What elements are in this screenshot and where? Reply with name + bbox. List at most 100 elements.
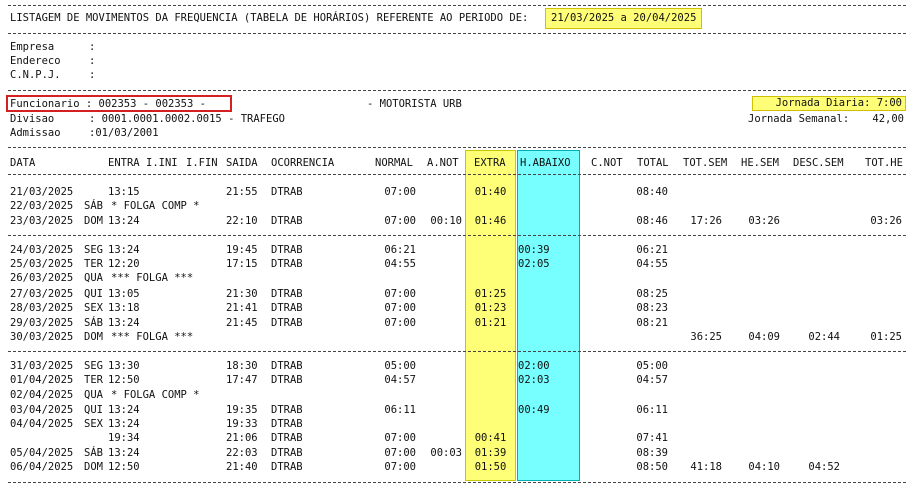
admissao-value: :01/03/2001 [89, 127, 159, 139]
column-header-c-not: C.NOT [591, 157, 623, 169]
h-abaixo-column-highlight [517, 150, 580, 481]
cell-normal: 07:00 [384, 461, 416, 473]
cnpj-colon: : [89, 69, 96, 81]
cell-ocor: DTRAB [271, 288, 303, 300]
cell-ocor: DTRAB [271, 186, 303, 198]
column-header-normal: NORMAL [375, 157, 413, 169]
empresa-label: Empresa [10, 41, 55, 53]
jornada-semanal-label: Jornada Semanal: [748, 113, 850, 125]
cell-total: 08:46 [636, 215, 668, 227]
column-header-a-not: A.NOT [427, 157, 459, 169]
cell-total: 08:23 [636, 302, 668, 314]
cell-saida: 21:06 [226, 432, 258, 444]
cell-hesem: 04:10 [748, 461, 780, 473]
column-header-saida: SAIDA [226, 157, 258, 169]
cell-ocor: DTRAB [271, 302, 303, 314]
cell-note: *** FOLGA *** [111, 272, 194, 284]
cell-normal: 06:21 [384, 244, 416, 256]
cell-normal: 07:00 [384, 215, 416, 227]
cell-entra: 13:05 [108, 288, 140, 300]
cell-date: 05/04/2025 [10, 447, 74, 459]
cell-totsem: 36:25 [690, 331, 722, 343]
week-divider [8, 235, 906, 236]
cell-extra: 00:41 [474, 432, 507, 444]
cell-total: 06:11 [636, 404, 668, 416]
cell-ocor: DTRAB [271, 317, 303, 329]
cell-day: QUA [84, 389, 103, 401]
cell-ocor: DTRAB [271, 258, 303, 270]
column-header-ocorrencia: OCORRENCIA [271, 157, 335, 169]
period-badge: 21/03/2025 a 20/04/2025 [545, 8, 703, 29]
cell-saida: 21:45 [226, 317, 258, 329]
cell-ocor: DTRAB [271, 432, 303, 444]
cell-date: 21/03/2025 [10, 186, 74, 198]
cell-entra: 13:24 [108, 447, 140, 459]
cell-date: 27/03/2025 [10, 288, 74, 300]
funcionario-text: Funcionario : 002353 - 002353 - [10, 98, 206, 110]
cell-normal: 04:57 [384, 374, 416, 386]
cell-habaixo: 02:05 [518, 258, 550, 270]
cell-date: 24/03/2025 [10, 244, 74, 256]
cell-saida: 22:10 [226, 215, 258, 227]
cell-date: 23/03/2025 [10, 215, 74, 227]
cell-saida: 21:55 [226, 186, 258, 198]
column-header-tot-sem: TOT.SEM [683, 157, 728, 169]
cell-entra: 13:24 [108, 244, 140, 256]
cell-date: 01/04/2025 [10, 374, 74, 386]
cell-totsem: 41:18 [690, 461, 722, 473]
cell-extra: 01:40 [474, 186, 507, 198]
cell-total: 08:39 [636, 447, 668, 459]
cell-total: 08:40 [636, 186, 668, 198]
column-header-h-abaixo: H.ABAIXO [520, 157, 571, 169]
cell-date: 04/04/2025 [10, 418, 74, 430]
cell-date: 02/04/2025 [10, 389, 74, 401]
jornada-diaria-badge: Jornada Diaria: 7:00 [752, 96, 906, 111]
divisao-value: : 0001.0001.0002.0015 - TRAFEGO [89, 113, 285, 125]
cell-day: SEX [84, 302, 103, 314]
cell-anot: 00:03 [430, 447, 462, 459]
cell-total: 08:25 [636, 288, 668, 300]
cell-entra: 12:20 [108, 258, 140, 270]
cell-day: SÁB [84, 200, 103, 212]
cell-day: QUI [84, 404, 103, 416]
cell-normal: 07:00 [384, 288, 416, 300]
cell-entra: 13:15 [108, 186, 140, 198]
jornada-semanal-value: 42,00 [872, 113, 904, 125]
cell-total: 08:21 [636, 317, 668, 329]
cell-descsem: 02:44 [808, 331, 840, 343]
cell-totsem: 17:26 [690, 215, 722, 227]
divider [8, 33, 906, 34]
cell-day: TER [84, 258, 103, 270]
cell-hesem: 03:26 [748, 215, 780, 227]
cell-entra: 19:34 [108, 432, 140, 444]
divider [8, 174, 906, 175]
cell-normal: 05:00 [384, 360, 416, 372]
column-header-desc-sem: DESC.SEM [793, 157, 844, 169]
cell-day: DOM [84, 215, 103, 227]
cell-saida: 21:40 [226, 461, 258, 473]
cell-day: DOM [84, 331, 103, 343]
cell-date: 28/03/2025 [10, 302, 74, 314]
cell-day: SÁB [84, 447, 103, 459]
cell-ocor: DTRAB [271, 360, 303, 372]
cell-normal: 06:11 [384, 404, 416, 416]
cell-saida: 18:30 [226, 360, 258, 372]
cell-extra: 01:50 [474, 461, 507, 473]
cell-saida: 19:45 [226, 244, 258, 256]
cell-saida: 22:03 [226, 447, 258, 459]
cell-ocor: DTRAB [271, 374, 303, 386]
divisao-label: Divisao [10, 113, 55, 125]
cell-saida: 19:33 [226, 418, 258, 430]
cell-hesem: 04:09 [748, 331, 780, 343]
cell-extra: 01:21 [474, 317, 507, 329]
cell-entra: 13:18 [108, 302, 140, 314]
report-title: LISTAGEM DE MOVIMENTOS DA FREQUENCIA (TA… [10, 12, 529, 24]
cell-date: 31/03/2025 [10, 360, 74, 372]
cell-ocor: DTRAB [271, 244, 303, 256]
empresa-colon: : [89, 41, 96, 53]
cell-note: *** FOLGA *** [111, 331, 194, 343]
divider [8, 5, 906, 6]
cell-ocor: DTRAB [271, 404, 303, 416]
cell-normal: 07:00 [384, 432, 416, 444]
cell-normal: 07:00 [384, 447, 416, 459]
